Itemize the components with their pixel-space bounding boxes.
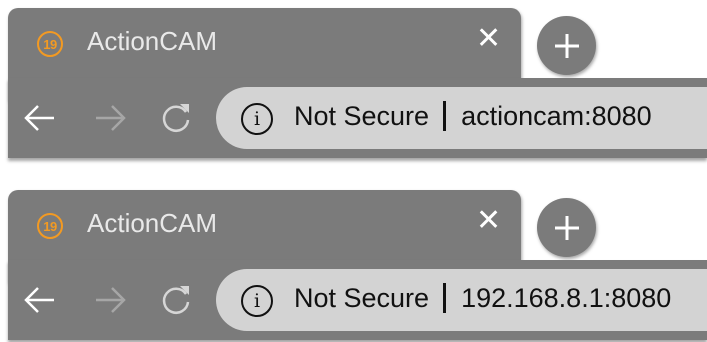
security-label: Not Secure — [294, 101, 430, 131]
address-text: Not Secure 192.168.8.1:8080 — [294, 283, 671, 314]
forward-arrow-icon[interactable] — [92, 282, 128, 318]
address-text: Not Secure actioncam:8080 — [294, 101, 652, 132]
security-label: Not Secure — [294, 283, 430, 313]
separator — [443, 101, 447, 131]
reload-icon[interactable] — [158, 100, 194, 136]
toolbar: i Not Secure actioncam:8080 — [8, 78, 707, 158]
url-text: 192.168.8.1:8080 — [461, 283, 672, 313]
address-bar[interactable]: i Not Secure actioncam:8080 — [216, 87, 707, 149]
info-icon[interactable]: i — [241, 285, 273, 317]
url-text: actioncam:8080 — [461, 101, 652, 131]
new-tab-button[interactable] — [537, 16, 596, 75]
tab-title: ActionCAM — [87, 26, 218, 56]
separator — [443, 283, 447, 313]
forward-arrow-icon[interactable] — [92, 100, 128, 136]
close-icon[interactable]: ✕ — [476, 206, 501, 236]
browser-window-hostname: 19 ActionCAM ✕ i Not Secure actioncam:808… — [0, 0, 707, 160]
close-icon[interactable]: ✕ — [476, 24, 501, 54]
toolbar: i Not Secure 192.168.8.1:8080 — [8, 260, 707, 340]
address-bar[interactable]: i Not Secure 192.168.8.1:8080 — [216, 269, 707, 331]
back-arrow-icon[interactable] — [22, 100, 58, 136]
plus-icon — [554, 33, 579, 58]
reload-icon[interactable] — [158, 282, 194, 318]
back-arrow-icon[interactable] — [22, 282, 58, 318]
plus-icon — [554, 215, 579, 240]
tab-title: ActionCAM — [87, 208, 218, 238]
info-icon[interactable]: i — [241, 103, 273, 135]
browser-window-ip: 19 ActionCAM ✕ i Not Secure 192.168.8.1:8… — [0, 182, 707, 342]
favicon-icon: 19 — [37, 213, 63, 239]
new-tab-button[interactable] — [537, 198, 596, 257]
favicon-icon: 19 — [37, 31, 63, 57]
